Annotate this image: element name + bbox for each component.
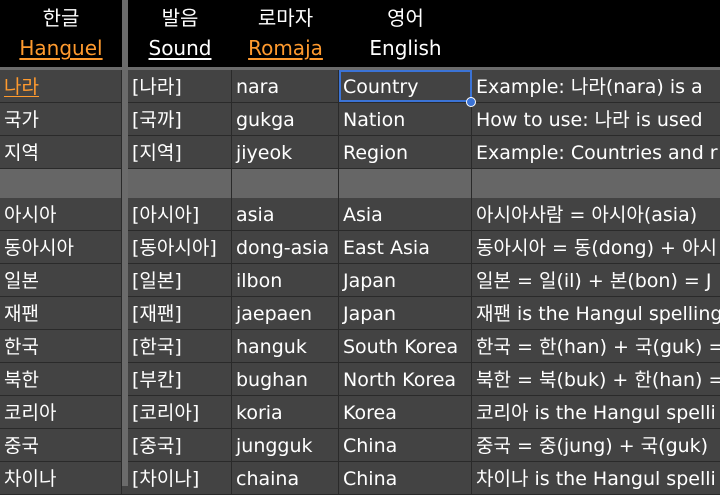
cell-english[interactable]: Region (339, 136, 472, 168)
table-row: 나라 [나라] nara Country Example: 나라(nara) i… (0, 70, 720, 103)
cell-hangul[interactable]: 차이나 (0, 462, 122, 494)
cell-hangul[interactable]: 재팬 (0, 297, 122, 329)
cell-english[interactable]: Asia (339, 198, 472, 230)
header-romaja-link[interactable]: Romaja (232, 36, 339, 60)
cell-romaja[interactable]: asia (232, 198, 339, 230)
cell-hangul[interactable] (0, 169, 122, 201)
cell-english[interactable]: South Korea (339, 330, 472, 362)
cell-sound[interactable]: [국까] (128, 103, 232, 135)
table-row: 지역 [지역] jiyeok Region Example: Countries… (0, 136, 720, 169)
cell-romaja[interactable] (232, 169, 339, 201)
table-row: 차이나 [차이나] chaina China 차이나 is the Hangul… (0, 462, 720, 495)
cell-english[interactable]: Korea (339, 396, 472, 428)
table-row: 중국 [중국] jungguk China 중국 = 중(jung) + 국(g… (0, 429, 720, 462)
cell-romaja[interactable]: dong-asia (232, 231, 339, 263)
header-english-ko: 영어 (387, 6, 424, 30)
cell-note[interactable]: Example: 나라(nara) is a (472, 70, 720, 102)
header-english: 영어 English (339, 0, 472, 68)
table-row: 일본 [일본] ilbon Japan 일본 = 일(il) + 본(bon) … (0, 264, 720, 297)
cell-note[interactable]: 아시아사람 = 아시아(asia) (472, 198, 720, 230)
cell-romaja[interactable]: nara (232, 70, 339, 102)
cell-note[interactable]: 북한 = 북(buk) + 한(han) = (472, 363, 720, 395)
header-sound: 발음 Sound (128, 0, 232, 68)
selection-fill-handle[interactable] (466, 97, 476, 107)
cell-sound[interactable]: [중국] (128, 429, 232, 461)
header-sound-link[interactable]: Sound (128, 36, 232, 60)
cell-romaja[interactable]: ilbon (232, 264, 339, 296)
cell-hangul[interactable]: 아시아 (0, 198, 122, 230)
header-romaja: 로마자 Romaja (232, 0, 339, 68)
cell-english[interactable]: China (339, 462, 472, 494)
column-header: 한글 Hanguel 발음 Sound 로마자 Romaja 영어 Englis… (0, 0, 720, 68)
table-row: 북한 [부칸] bughan North Korea 북한 = 북(buk) +… (0, 363, 720, 396)
cell-sound[interactable]: [나라] (128, 70, 232, 102)
cell-sound[interactable]: [코리아] (128, 396, 232, 428)
header-hangul-ko: 한글 (42, 6, 80, 30)
header-sound-ko: 발음 (161, 6, 199, 30)
cell-english[interactable]: China (339, 429, 472, 461)
cell-hangul[interactable]: 지역 (0, 136, 122, 168)
cell-romaja[interactable]: jungguk (232, 429, 339, 461)
header-hangul: 한글 Hanguel (0, 0, 122, 68)
cell-sound[interactable]: [지역] (128, 136, 232, 168)
table-row: 아시아 [아시아] asia Asia 아시아사람 = 아시아(asia) (0, 198, 720, 231)
cell-note[interactable]: 중국 = 중(jung) + 국(guk) (472, 429, 720, 461)
header-hangul-link[interactable]: Hanguel (0, 36, 122, 60)
cell-hangul[interactable]: 국가 (0, 103, 122, 135)
cell-note[interactable]: 일본 = 일(il) + 본(bon) = J (472, 264, 720, 296)
table-row: 한국 [한국] hanguk South Korea 한국 = 한(han) +… (0, 330, 720, 363)
cell-hangul[interactable]: 중국 (0, 429, 122, 461)
cell-english[interactable]: East Asia (339, 231, 472, 263)
cell-hangul[interactable]: 코리아 (0, 396, 122, 428)
cell-english[interactable]: Nation (339, 103, 472, 135)
cell-sound[interactable]: [동아시아] (128, 231, 232, 263)
cell-english[interactable]: North Korea (339, 363, 472, 395)
header-romaja-ko: 로마자 (257, 6, 314, 30)
table-row: 코리아 [코리아] koria Korea 코리아 is the Hangul … (0, 396, 720, 429)
cell-hangul[interactable]: 일본 (0, 264, 122, 296)
cell-note[interactable]: 동아시아 = 동(dong) + 아시 (472, 231, 720, 263)
cell-sound[interactable]: [재팬] (128, 297, 232, 329)
cell-hangul[interactable]: 나라 (0, 70, 122, 102)
table-row: 동아시아 [동아시아] dong-asia East Asia 동아시아 = 동… (0, 231, 720, 264)
cell-romaja[interactable]: hanguk (232, 330, 339, 362)
cell-note[interactable] (472, 169, 720, 201)
cell-sound[interactable]: [부칸] (128, 363, 232, 395)
cell-note[interactable]: 코리아 is the Hangul spelli (472, 396, 720, 428)
cell-sound[interactable]: [아시아] (128, 198, 232, 230)
cell-romaja[interactable]: chaina (232, 462, 339, 494)
frozen-row-divider[interactable] (0, 67, 720, 70)
cell-note[interactable]: 재팬 is the Hangul spelling (472, 297, 720, 329)
cell-romaja[interactable]: koria (232, 396, 339, 428)
cell-note[interactable]: How to use: 나라 is used (472, 103, 720, 135)
cell-romaja[interactable]: gukga (232, 103, 339, 135)
cell-sound[interactable]: [한국] (128, 330, 232, 362)
cell-note[interactable]: 한국 = 한(han) + 국(guk) = (472, 330, 720, 362)
cell-hangul[interactable]: 한국 (0, 330, 122, 362)
cell-note[interactable]: Example: Countries and r (472, 136, 720, 168)
cell-romaja[interactable]: bughan (232, 363, 339, 395)
cell-english[interactable] (339, 169, 472, 201)
cell-hangul[interactable]: 동아시아 (0, 231, 122, 263)
cell-romaja[interactable]: jiyeok (232, 136, 339, 168)
table-row: 국가 [국까] gukga Nation How to use: 나라 is u… (0, 103, 720, 136)
frozen-column-divider[interactable] (122, 0, 128, 486)
table-row: 재팬 [재팬] jaepaen Japan 재팬 is the Hangul s… (0, 297, 720, 330)
cell-note[interactable]: 차이나 is the Hangul spelli (472, 462, 720, 494)
cell-romaja[interactable]: jaepaen (232, 297, 339, 329)
cell-sound[interactable]: [차이나] (128, 462, 232, 494)
cell-sound[interactable]: [일본] (128, 264, 232, 296)
header-english-label: English (369, 36, 442, 60)
cell-english-selected[interactable]: Country (339, 70, 472, 102)
cell-sound[interactable] (128, 169, 232, 201)
cell-hangul[interactable]: 북한 (0, 363, 122, 395)
cell-english[interactable]: Japan (339, 264, 472, 296)
cell-english[interactable]: Japan (339, 297, 472, 329)
